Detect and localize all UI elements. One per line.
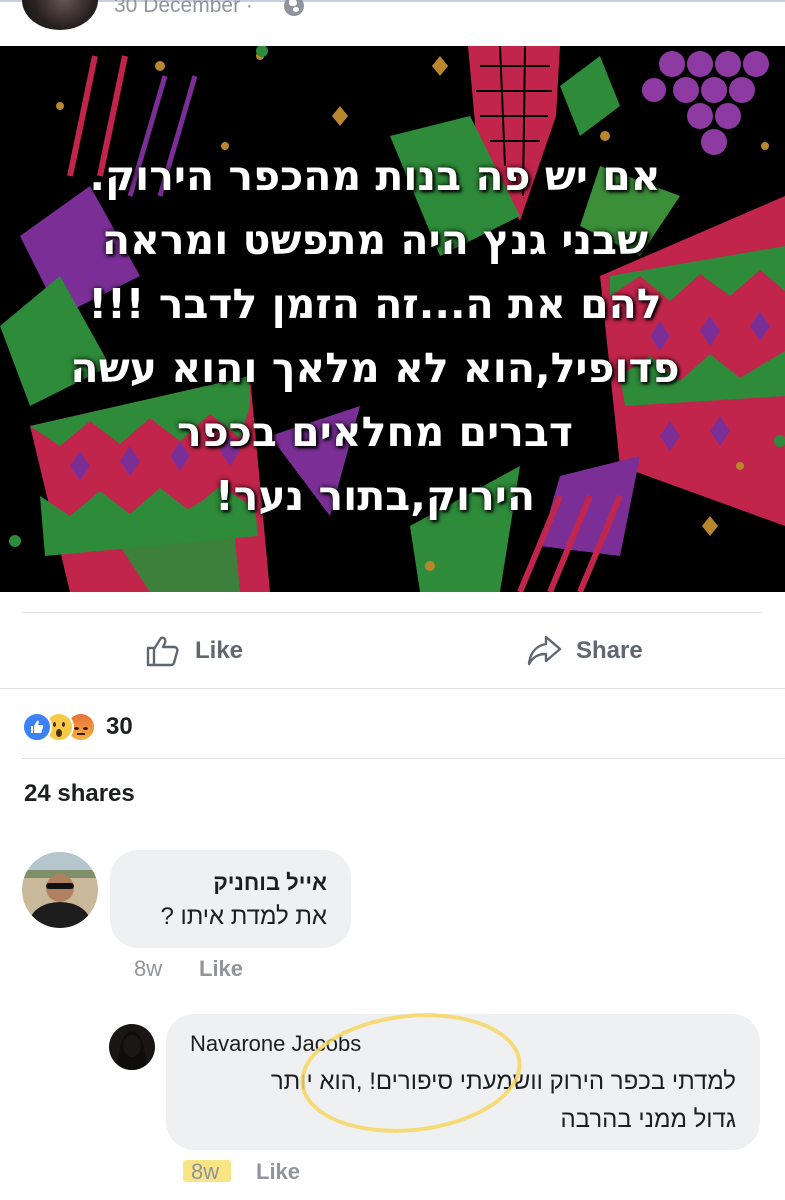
commenter-avatar[interactable] [22, 852, 98, 928]
reply-text-line: גדול ממני בהרבה [560, 1106, 736, 1133]
comment-time[interactable]: 8w [134, 956, 162, 982]
reply-avatar[interactable] [109, 1024, 155, 1070]
comment-author[interactable]: אייל בוחניק [213, 870, 327, 896]
divider [22, 612, 762, 613]
divider [22, 758, 785, 759]
share-arrow-icon [527, 635, 562, 666]
image-text-line: פדופיל,הוא לא מלאך והוא עשה [70, 344, 680, 392]
reply-time[interactable]: 8w [191, 1159, 219, 1185]
post-image[interactable]: אם יש פה בנות מהכפר הירוק. שבני גנץ היה … [0, 46, 785, 592]
poster-avatar[interactable] [22, 0, 98, 30]
image-text-line: דברים מחלאים בכפר [177, 408, 573, 456]
image-caption-text: אם יש פה בנות מהכפר הירוק. שבני גנץ היה … [30, 144, 720, 528]
post-date-text: 30 December [114, 0, 241, 17]
divider [0, 688, 785, 689]
reaction-count: 30 [106, 713, 133, 740]
thumbs-up-icon [146, 636, 179, 667]
share-label: Share [576, 637, 643, 664]
comment-bubble: אייל בוחניק את למדת איתו ? [110, 850, 351, 948]
comment-like-button[interactable]: Like [199, 956, 243, 982]
comment-text: את למדת איתו ? [160, 903, 327, 930]
reply-like-button[interactable]: Like [256, 1159, 300, 1185]
image-text-line: להם את ה...זה הזמן לדבר !!! [88, 280, 662, 328]
like-button[interactable]: Like [145, 614, 243, 688]
image-text-line: הירוק,בתור נער! [214, 472, 536, 520]
post-timestamp[interactable]: 30 December · [114, 0, 253, 18]
post-action-bar: Like Share [0, 614, 785, 688]
image-text-line: אם יש פה בנות מהכפר הירוק. [89, 152, 661, 200]
like-label: Like [195, 637, 244, 664]
image-text-line: שבני גנץ היה מתפשט ומראה [101, 216, 649, 264]
shares-count[interactable]: 24 shares [24, 780, 135, 808]
share-button[interactable]: Share [526, 614, 643, 688]
post-header: 30 December · [0, 0, 785, 46]
date-separator: · [245, 0, 253, 17]
globe-icon[interactable] [284, 0, 304, 16]
like-reaction-icon [22, 712, 52, 742]
reactions-summary[interactable]: 30 [22, 710, 133, 744]
